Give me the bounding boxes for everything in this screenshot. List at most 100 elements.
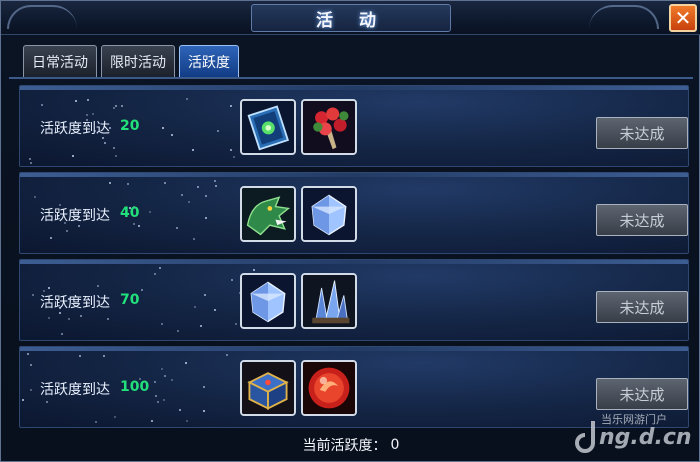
star-dot	[161, 323, 164, 326]
star-dot	[48, 316, 51, 319]
star-dot	[72, 155, 74, 158]
star-dot	[176, 329, 179, 332]
spellbook-icon[interactable]	[240, 99, 296, 155]
star-dot	[163, 399, 166, 402]
star-dot	[30, 388, 33, 391]
reward-row: 活跃度到达 20 未达成	[19, 85, 689, 167]
current-activity-value: 0	[390, 437, 400, 453]
star-dot	[233, 156, 236, 159]
star-dot	[67, 317, 70, 320]
star-dot	[157, 400, 160, 403]
star-dot	[47, 287, 50, 290]
requirement-value: 40	[120, 205, 140, 221]
star-dot	[161, 367, 164, 370]
title-ornament-right	[589, 5, 659, 29]
status-not-achieved-button[interactable]: 未达成	[596, 291, 688, 323]
star-dot	[94, 421, 97, 424]
reward-row: 活跃度到达 100 未达成	[19, 346, 689, 428]
star-dot	[80, 314, 83, 317]
star-dot	[163, 182, 166, 184]
reward-row: 活跃度到达 40 未达成	[19, 172, 689, 254]
star-dot	[234, 322, 237, 325]
star-dot	[104, 141, 107, 144]
reward-row: 活跃度到达 70 未达成	[19, 259, 689, 341]
current-activity-label: 当前活跃度：	[302, 438, 387, 454]
star-dot	[155, 395, 158, 398]
star-dot	[200, 325, 203, 328]
star-dot	[164, 375, 167, 378]
requirement-label: 活跃度到达	[40, 121, 110, 137]
red-orb-icon[interactable]	[301, 360, 357, 416]
star-dot	[114, 155, 117, 158]
star-dot	[141, 289, 144, 292]
star-dot	[217, 129, 220, 132]
star-dot	[113, 106, 116, 109]
star-dot	[213, 309, 216, 312]
star-dot	[204, 194, 207, 197]
treasure-chest-icon[interactable]	[240, 360, 296, 416]
star-dot	[132, 223, 135, 226]
requirement-value: 100	[120, 379, 150, 395]
star-dot	[29, 363, 32, 366]
star-dot	[154, 273, 157, 276]
star-dot	[108, 181, 111, 184]
star-dot	[92, 113, 95, 115]
star-dot	[40, 104, 43, 107]
star-dot	[171, 133, 174, 136]
star-dot	[29, 161, 32, 164]
star-dot	[187, 201, 190, 204]
star-dot	[158, 267, 161, 270]
star-dot	[203, 294, 206, 297]
tab-limited[interactable]: 限时活动	[101, 45, 175, 77]
star-dot	[153, 380, 156, 383]
star-dot	[194, 306, 197, 309]
star-dot	[186, 97, 189, 100]
star-dot	[193, 237, 195, 240]
star-dot	[106, 318, 109, 321]
close-button[interactable]: ✕	[669, 4, 697, 32]
requirement-value: 70	[120, 292, 140, 308]
star-dot	[185, 361, 187, 364]
star-dot	[176, 226, 179, 229]
star-dot	[137, 224, 140, 227]
star-dot	[151, 420, 154, 423]
flower-bouquet-icon[interactable]	[301, 99, 357, 155]
requirement-value: 20	[120, 118, 140, 134]
star-dot	[230, 148, 233, 151]
star-dot	[75, 100, 78, 103]
tab-daily[interactable]: 日常活动	[23, 45, 97, 77]
status-not-achieved-button[interactable]: 未达成	[596, 204, 688, 236]
star-dot	[253, 268, 256, 271]
star-dot	[205, 217, 208, 220]
title-ornament-left	[7, 5, 77, 29]
star-dot	[97, 285, 100, 288]
star-dot	[230, 105, 233, 108]
star-dot	[127, 183, 130, 186]
star-dot	[34, 195, 37, 198]
title-plate: 活 动	[251, 4, 451, 32]
activity-window: 活 动 ✕ 日常活动 限时活动 活跃度 活跃度到达 20 未达成 活跃度到达 4…	[0, 0, 700, 462]
star-dot	[78, 225, 81, 228]
title-bar: 活 动 ✕	[1, 1, 700, 35]
star-dot	[103, 355, 106, 358]
crystal-icon[interactable]	[301, 186, 357, 242]
star-dot	[191, 148, 194, 151]
crystal-icon[interactable]	[240, 273, 296, 329]
star-dot	[202, 385, 205, 388]
requirement-label: 活跃度到达	[40, 295, 110, 311]
dragon-head-icon[interactable]	[240, 186, 296, 242]
tab-activity[interactable]: 活跃度	[179, 45, 239, 77]
star-dot	[31, 293, 34, 296]
star-dot	[148, 211, 151, 214]
status-not-achieved-button[interactable]: 未达成	[596, 117, 688, 149]
star-dot	[27, 353, 30, 356]
tab-bar: 日常活动 限时活动 活跃度	[23, 45, 239, 77]
status-not-achieved-button[interactable]: 未达成	[596, 378, 688, 410]
star-dot	[29, 157, 32, 160]
star-dot	[114, 104, 117, 107]
star-dot	[231, 278, 234, 281]
star-dot	[61, 332, 64, 335]
blue-crystal-cluster-icon[interactable]	[301, 273, 357, 329]
star-dot	[181, 193, 184, 196]
window-title: 活 动	[316, 10, 386, 31]
